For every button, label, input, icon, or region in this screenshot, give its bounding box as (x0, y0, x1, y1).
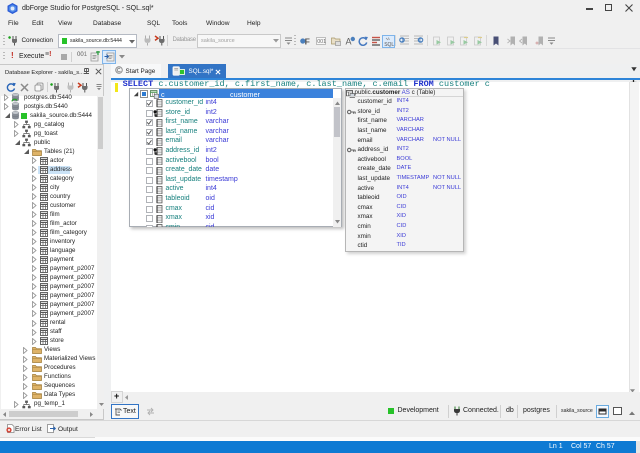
svg-text:A: A (345, 36, 351, 45)
svg-text:001: 001 (317, 39, 326, 45)
svg-text:SQL: SQL (384, 42, 394, 47)
svg-text:F: F (304, 36, 309, 45)
